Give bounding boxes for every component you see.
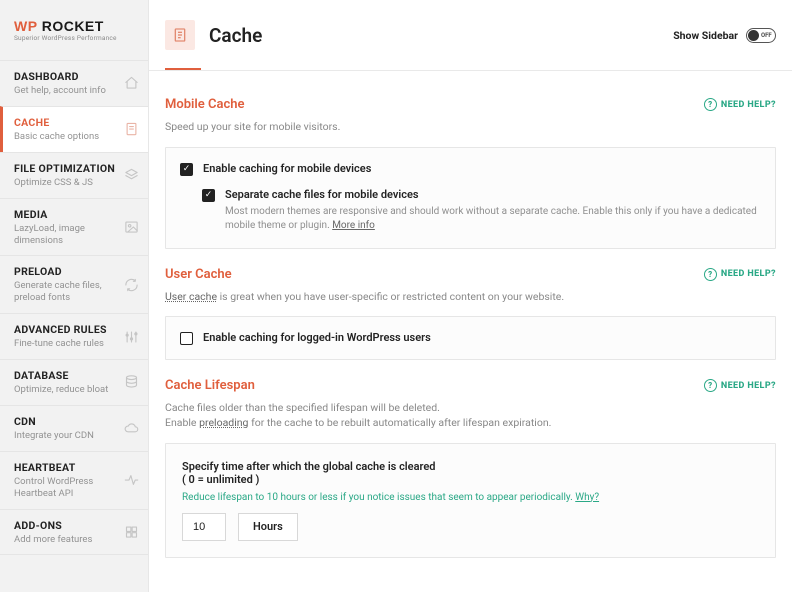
- sidebar-item-desc: Add more features: [14, 534, 120, 546]
- sidebar-item-desc: Fine-tune cache rules: [14, 338, 120, 350]
- checkbox-description: Most modern themes are responsive and sh…: [225, 205, 761, 234]
- sidebar-item-title: CDN: [14, 415, 120, 428]
- sidebar-nav: DASHBOARD Get help, account info CACHE Basi…: [0, 60, 148, 592]
- section-intro: User cache is great when you have user-s…: [165, 290, 776, 305]
- sidebar-item-title: PRELOAD: [14, 265, 120, 278]
- sliders-icon: [124, 329, 139, 344]
- more-info-link[interactable]: More info: [332, 220, 375, 231]
- brand-logo: WP ROCKET Superior WordPress Performance: [0, 0, 148, 60]
- sidebar-item-title: HEARTBEAT: [14, 461, 120, 474]
- lifespan-card-sub: ( 0 = unlimited ): [182, 473, 759, 486]
- puzzle-icon: [124, 524, 139, 539]
- sidebar-item-title: DASHBOARD: [14, 70, 120, 83]
- checkbox-enable-mobile-cache[interactable]: [180, 163, 193, 176]
- section-title: Mobile Cache: [165, 97, 245, 112]
- sidebar-item-heartbeat[interactable]: HEARTBEAT Control WordPress Heartbeat API: [0, 451, 148, 509]
- stack-icon: [124, 168, 139, 183]
- checkbox-enable-user-cache[interactable]: [180, 332, 193, 345]
- sidebar-item-title: ADD-ONS: [14, 519, 120, 532]
- why-link[interactable]: Why?: [575, 492, 599, 503]
- checkbox-separate-mobile-cache[interactable]: [202, 189, 215, 202]
- sidebar-item-desc: Optimize, reduce bloat: [14, 384, 120, 396]
- need-help-link[interactable]: ? NEED HELP?: [704, 379, 776, 392]
- section-title: User Cache: [165, 267, 232, 282]
- section-cache-lifespan: Cache Lifespan ? NEED HELP? Cache files …: [165, 378, 776, 557]
- brand-tagline: Superior WordPress Performance: [14, 34, 117, 42]
- brand-name-rest: ROCKET: [37, 18, 104, 34]
- sidebar-item-title: DATABASE: [14, 369, 120, 382]
- sidebar-item-advanced-rules[interactable]: ADVANCED RULES Fine-tune cache rules: [0, 313, 148, 359]
- sidebar-item-file-optimization[interactable]: FILE OPTIMIZATION Optimize CSS & JS: [0, 152, 148, 198]
- help-icon: ?: [704, 379, 717, 392]
- sidebar-item-cache[interactable]: CACHE Basic cache options: [0, 106, 148, 152]
- page-header: Cache Show Sidebar OFF: [149, 0, 792, 60]
- sidebar-item-desc: Optimize CSS & JS: [14, 177, 120, 189]
- sidebar-item-cdn[interactable]: CDN Integrate your CDN: [0, 405, 148, 451]
- document-icon: [124, 122, 139, 137]
- sidebar-item-desc: Get help, account info: [14, 85, 120, 97]
- need-help-link[interactable]: ? NEED HELP?: [704, 98, 776, 111]
- lifespan-value-input[interactable]: [183, 521, 225, 533]
- user-cache-tooltip-term[interactable]: User cache: [165, 290, 217, 303]
- need-help-link[interactable]: ? NEED HELP?: [704, 268, 776, 281]
- section-intro: Speed up your site for mobile visitors.: [165, 120, 776, 135]
- sidebar-item-desc: Basic cache options: [14, 131, 120, 143]
- help-icon: ?: [704, 268, 717, 281]
- lifespan-card-title: Specify time after which the global cach…: [182, 460, 759, 473]
- checkbox-label: Enable caching for mobile devices: [203, 162, 371, 175]
- sidebar-item-title: MEDIA: [14, 208, 120, 221]
- show-sidebar-label: Show Sidebar: [673, 29, 738, 42]
- sidebar-item-dashboard[interactable]: DASHBOARD Get help, account info: [0, 60, 148, 106]
- section-user-cache: User Cache ? NEED HELP? User cache is gr…: [165, 267, 776, 361]
- sidebar-item-preload[interactable]: PRELOAD Generate cache files, preload fon…: [0, 255, 148, 313]
- sidebar-item-title: FILE OPTIMIZATION: [14, 162, 120, 175]
- help-icon: ?: [704, 98, 717, 111]
- heartbeat-icon: [124, 473, 139, 488]
- refresh-icon: [124, 277, 139, 292]
- sidebar-item-desc: Control WordPress Heartbeat API: [14, 476, 120, 500]
- section-mobile-cache: Mobile Cache ? NEED HELP? Speed up your …: [165, 97, 776, 249]
- sidebar-item-add-ons[interactable]: ADD-ONS Add more features: [0, 509, 148, 556]
- database-icon: [124, 375, 139, 390]
- sidebar-item-title: CACHE: [14, 116, 120, 129]
- lifespan-value-input-wrap: [182, 513, 226, 541]
- checkbox-label: Enable caching for logged-in WordPress u…: [203, 331, 431, 344]
- brand-name-prefix: WP: [14, 18, 37, 34]
- sidebar-item-title: ADVANCED RULES: [14, 323, 120, 336]
- preloading-tooltip-term[interactable]: preloading: [199, 416, 248, 429]
- checkbox-label: Separate cache files for mobile devices: [225, 188, 761, 201]
- lifespan-unit-select[interactable]: Hours: [238, 513, 298, 541]
- page-title: Cache: [209, 24, 673, 47]
- toggle-state-label: OFF: [761, 32, 772, 39]
- sidebar-item-desc: Generate cache files, preload fonts: [14, 280, 120, 304]
- document-icon: [165, 20, 195, 50]
- section-title: Cache Lifespan: [165, 378, 255, 393]
- sidebar-item-database[interactable]: DATABASE Optimize, reduce bloat: [0, 359, 148, 405]
- sidebar-item-desc: Integrate your CDN: [14, 430, 120, 442]
- section-intro: Cache files older than the specified lif…: [165, 401, 776, 430]
- image-icon: [124, 220, 139, 235]
- cloud-icon: [124, 421, 139, 436]
- show-sidebar-toggle[interactable]: OFF: [746, 28, 776, 43]
- sidebar-item-media[interactable]: MEDIA LazyLoad, image dimensions: [0, 198, 148, 256]
- lifespan-tip: Reduce lifespan to 10 hours or less if y…: [182, 492, 759, 503]
- sidebar-item-desc: LazyLoad, image dimensions: [14, 223, 120, 247]
- home-icon: [124, 76, 139, 91]
